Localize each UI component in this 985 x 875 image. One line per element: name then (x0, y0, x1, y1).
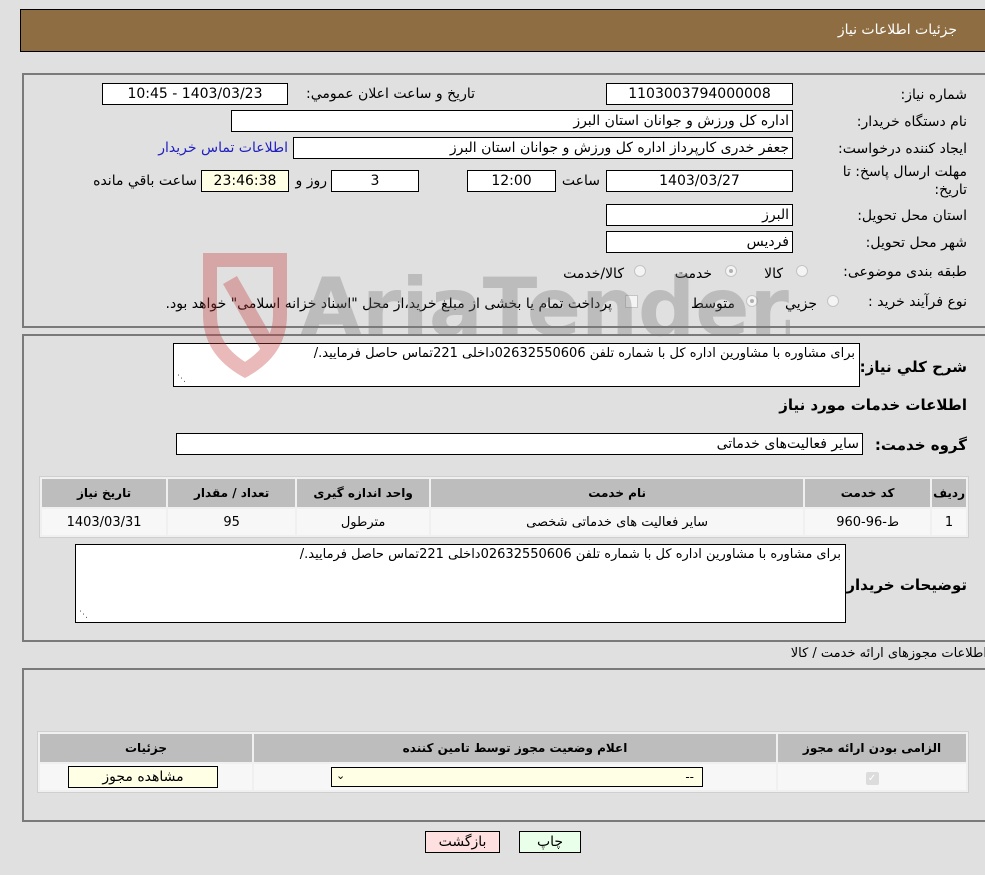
process-medium-radio[interactable] (746, 295, 758, 307)
process-label: نوع فرآیند خرید : (868, 294, 967, 310)
view-permit-button[interactable]: مشاهده مجوز (68, 766, 218, 788)
process-minor-radio[interactable] (827, 295, 839, 307)
category-goods-service-label: کالا/خدمت (563, 266, 624, 282)
province-label: استان محل تحویل: (857, 208, 967, 224)
treasury-payment-checkbox[interactable] (625, 295, 638, 308)
services-table-header: ردیف کد خدمت نام خدمت واحد اندازه گیری ت… (42, 479, 966, 507)
cell-unit: مترطول (297, 509, 430, 535)
days-label: روز و (295, 173, 328, 189)
permits-table-header: الزامی بودن ارائه مجوز اعلام وضعیت مجوز … (40, 734, 966, 762)
col-row-number: ردیف (932, 479, 966, 507)
col-need-date: تاریخ نیاز (42, 479, 167, 507)
resize-grip-icon[interactable]: ⋰ (177, 374, 186, 384)
buyer-notes-textarea[interactable]: برای مشاوره با مشاورین اداره کل با شماره… (75, 544, 846, 623)
table-row: ✓ -- ⌄ مشاهده مجوز (40, 764, 966, 790)
category-service-label: خدمت (674, 266, 712, 282)
page-header: جزئیات اطلاعات نیاز (20, 9, 985, 52)
resize-grip-icon[interactable]: ⋰ (79, 610, 88, 620)
announce-label: تاریخ و ساعت اعلان عمومي: (306, 86, 475, 102)
cell-permit-status: -- ⌄ (254, 764, 776, 790)
category-goods-label: کالا (764, 266, 783, 282)
cell-permit-details: مشاهده مجوز (40, 764, 252, 790)
city-label: شهر محل تحویل: (865, 235, 967, 251)
services-section-title: اطلاعات خدمات مورد نیاز (779, 396, 967, 414)
cell-row-number: 1 (932, 509, 966, 535)
remaining-time-field: 23:46:38 (201, 170, 289, 192)
permit-status-value: -- (685, 770, 694, 784)
col-quantity: تعداد / مقدار (168, 479, 296, 507)
remaining-time-label: ساعت باقي مانده (93, 173, 197, 189)
col-permit-required: الزامی بودن ارائه مجوز (778, 734, 966, 762)
col-service-name: نام خدمت (431, 479, 804, 507)
creator-field: جعفر خدری کارپرداز اداره کل ورزش و جوانا… (293, 137, 793, 159)
buyer-contact-link[interactable]: اطلاعات تماس خریدار (158, 140, 288, 156)
category-goods-radio[interactable] (796, 265, 808, 277)
process-minor-label: جزيي (785, 296, 817, 312)
col-service-code: کد خدمت (805, 479, 931, 507)
cell-service-code: ط-96-960 (805, 509, 931, 535)
city-field: فردیس (606, 231, 793, 253)
description-text: برای مشاوره با مشاورین اداره کل با شماره… (313, 346, 855, 361)
deadline-time-label: ساعت (561, 173, 600, 189)
permits-table: الزامی بودن ارائه مجوز اعلام وضعیت مجوز … (37, 731, 969, 793)
buyer-notes-label: توضیحات خریدار: (840, 576, 967, 594)
deadline-label-line1: مهلت ارسال پاسخ: تا (842, 164, 967, 180)
description-label: شرح کلي نیاز: (859, 358, 967, 376)
description-textarea[interactable]: برای مشاوره با مشاورین اداره کل با شماره… (173, 343, 860, 387)
deadline-time-field: 12:00 (467, 170, 556, 192)
cell-service-name: سایر فعالیت های خدماتی شخصی (431, 509, 804, 535)
back-button[interactable]: بازگشت (425, 831, 500, 853)
cell-quantity: 95 (168, 509, 296, 535)
table-row: 1 ط-96-960 سایر فعالیت های خدماتی شخصی م… (42, 509, 966, 535)
service-group-field: سایر فعالیت‌های خدماتی (176, 433, 863, 455)
category-label: طبقه بندی موضوعی: (843, 264, 967, 280)
deadline-date-field: 1403/03/27 (606, 170, 793, 192)
services-table: ردیف کد خدمت نام خدمت واحد اندازه گیری ت… (39, 476, 969, 538)
process-medium-label: متوسط (691, 296, 735, 312)
category-goods-service-radio[interactable] (634, 265, 646, 277)
creator-label: ایجاد کننده درخواست: (838, 141, 967, 157)
province-field: البرز (606, 204, 793, 226)
announce-field: 1403/03/23 - 10:45 (102, 83, 288, 105)
permits-section-title: اطلاعات مجوزهای ارائه خدمت / کالا (790, 646, 985, 661)
page-title: جزئیات اطلاعات نیاز (837, 22, 957, 38)
category-service-radio[interactable] (725, 265, 737, 277)
print-button[interactable]: چاپ (519, 831, 581, 853)
chevron-down-icon: ⌄ (336, 769, 346, 782)
deadline-label-line2: تاریخ: (934, 182, 967, 198)
days-remaining-field: 3 (331, 170, 419, 192)
buyer-notes-text: برای مشاوره با مشاورین اداره کل با شماره… (299, 547, 841, 562)
col-permit-status: اعلام وضعیت مجوز توسط تامین کننده (254, 734, 776, 762)
col-permit-details: جزئیات (40, 734, 252, 762)
cell-need-date: 1403/03/31 (42, 509, 167, 535)
need-number-label: شماره نیاز: (900, 87, 968, 103)
col-unit: واحد اندازه گیری (297, 479, 430, 507)
cell-permit-required: ✓ (778, 764, 966, 790)
buyer-org-label: نام دستگاه خریدار: (856, 114, 967, 130)
need-number-field: 1103003794000008 (606, 83, 793, 105)
buyer-org-field: اداره کل ورزش و جوانان استان البرز (231, 110, 793, 132)
permit-status-select[interactable]: -- ⌄ (331, 767, 703, 787)
payment-note: پرداخت تمام یا بخشی از مبلغ خرید،از محل … (165, 296, 612, 312)
permit-required-checkbox[interactable]: ✓ (865, 771, 879, 785)
service-group-label: گروه خدمت: (874, 436, 967, 454)
